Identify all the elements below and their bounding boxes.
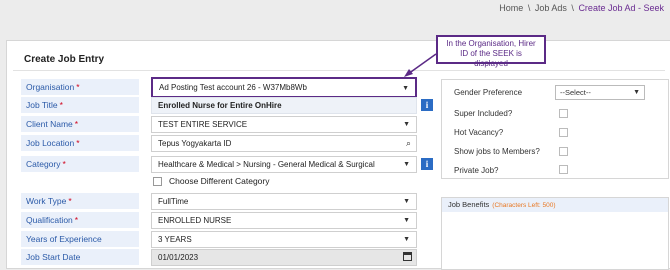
chevron-down-icon: ▼ [403,217,410,224]
client-name-value: TEST ENTIRE SERVICE [158,120,248,129]
job-title-input[interactable]: Enrolled Nurse for Entire OnHire [151,97,417,114]
organisation-label: Organisation * [21,79,139,96]
gender-preference-select[interactable]: --Select-- ▼ [555,85,645,100]
organisation-row: Organisation * Ad Posting Test account 26… [21,77,421,98]
years-experience-value: 3 YEARS [158,235,192,244]
work-type-select[interactable]: FullTime ▼ [151,193,417,210]
breadcrumb-job-ads[interactable]: Job Ads [535,3,567,13]
category-value: Healthcare & Medical > Nursing - General… [158,160,375,169]
breadcrumb: Home \ Job Ads \ Create Job Ad - Seek [499,3,664,13]
organisation-select[interactable]: Ad Posting Test account 26 - W37Mb8Wb ▼ [151,77,417,98]
hot-vacancy-label: Hot Vacancy? [454,128,504,137]
work-type-label: Work Type * [21,193,139,210]
client-name-label: Client Name * [21,116,139,133]
info-icon[interactable]: i [421,158,433,170]
chevron-down-icon: ▼ [402,85,409,92]
job-benefits-panel: Job Benefits (Characters Left: 500) [441,197,669,270]
breadcrumb-separator: \ [571,3,574,13]
super-included-label: Super Included? [454,109,513,118]
chevron-down-icon: ▼ [403,121,410,128]
organisation-value: Ad Posting Test account 26 - W37Mb8Wb [159,83,307,92]
chevron-down-icon: ▼ [403,236,410,243]
job-location-row: Job Location * Tepus Yogyakarta ID ⌕ [21,135,421,154]
job-title-row: Job Title * Enrolled Nurse for Entire OnH… [21,97,433,116]
choose-category-checkbox[interactable] [153,177,162,186]
chevron-down-icon: ▼ [403,161,410,168]
chevron-down-icon: ▼ [633,89,640,96]
category-row: Category * Healthcare & Medical > Nursing… [21,156,433,188]
category-label: Category * [21,156,139,173]
breadcrumb-separator: \ [527,3,531,13]
qualification-row: Qualification * ENROLLED NURSE ▼ [21,212,421,231]
show-jobs-checkbox[interactable] [559,147,568,156]
annotation-arrow [404,53,437,77]
search-icon[interactable]: ⌕ [406,136,411,151]
job-start-date-row: Job Start Date 01/01/2023 [21,249,421,268]
breadcrumb-home[interactable]: Home [499,3,523,13]
gender-preference-value: --Select-- [560,88,591,97]
category-select[interactable]: Healthcare & Medical > Nursing - General… [151,156,417,173]
job-location-value: Tepus Yogyakarta ID [158,139,232,148]
work-type-row: Work Type * FullTime ▼ [21,193,421,212]
client-name-row: Client Name * TEST ENTIRE SERVICE ▼ [21,116,421,135]
years-experience-select[interactable]: 3 YEARS ▼ [151,231,417,248]
years-experience-label: Years of Experience [21,231,139,248]
job-title-label: Job Title * [21,97,139,114]
job-benefits-textarea[interactable] [442,212,668,269]
job-options-panel: Gender Preference --Select-- ▼ Super Inc… [441,79,669,179]
qualification-value: ENROLLED NURSE [158,216,232,225]
page-title: Create Job Entry [24,54,105,65]
create-job-card: Create Job Entry Organisation * Ad Postin… [6,40,670,270]
job-location-input[interactable]: Tepus Yogyakarta ID ⌕ [151,135,417,152]
chevron-down-icon: ▼ [403,198,410,205]
calendar-icon[interactable] [403,252,412,261]
job-benefits-header: Job Benefits (Characters Left: 500) [442,198,668,212]
super-included-checkbox[interactable] [559,109,568,118]
job-benefits-label: Job Benefits [448,200,490,209]
years-experience-row: Years of Experience 3 YEARS ▼ [21,231,421,250]
hot-vacancy-checkbox[interactable] [559,128,568,137]
job-start-date-input[interactable]: 01/01/2023 [151,249,417,266]
breadcrumb-current: Create Job Ad - Seek [578,3,664,13]
choose-category-label: Choose Different Category [169,176,270,186]
qualification-select[interactable]: ENROLLED NURSE ▼ [151,212,417,229]
qualification-label: Qualification * [21,212,139,229]
job-start-date-label: Job Start Date [21,249,139,266]
show-jobs-label: Show jobs to Members? [454,147,540,156]
work-type-value: FullTime [158,197,189,206]
job-start-date-value: 01/01/2023 [158,253,199,262]
job-location-label: Job Location * [21,135,139,152]
private-job-checkbox[interactable] [559,165,568,174]
private-job-label: Private Job? [454,166,499,175]
annotation-callout: In the Organisation, Hirer ID of the SEE… [436,35,546,68]
info-icon[interactable]: i [421,99,433,111]
divider [13,70,665,71]
characters-left: (Characters Left: 500) [492,202,556,209]
client-name-select[interactable]: TEST ENTIRE SERVICE ▼ [151,116,417,133]
gender-preference-label: Gender Preference [454,88,523,97]
